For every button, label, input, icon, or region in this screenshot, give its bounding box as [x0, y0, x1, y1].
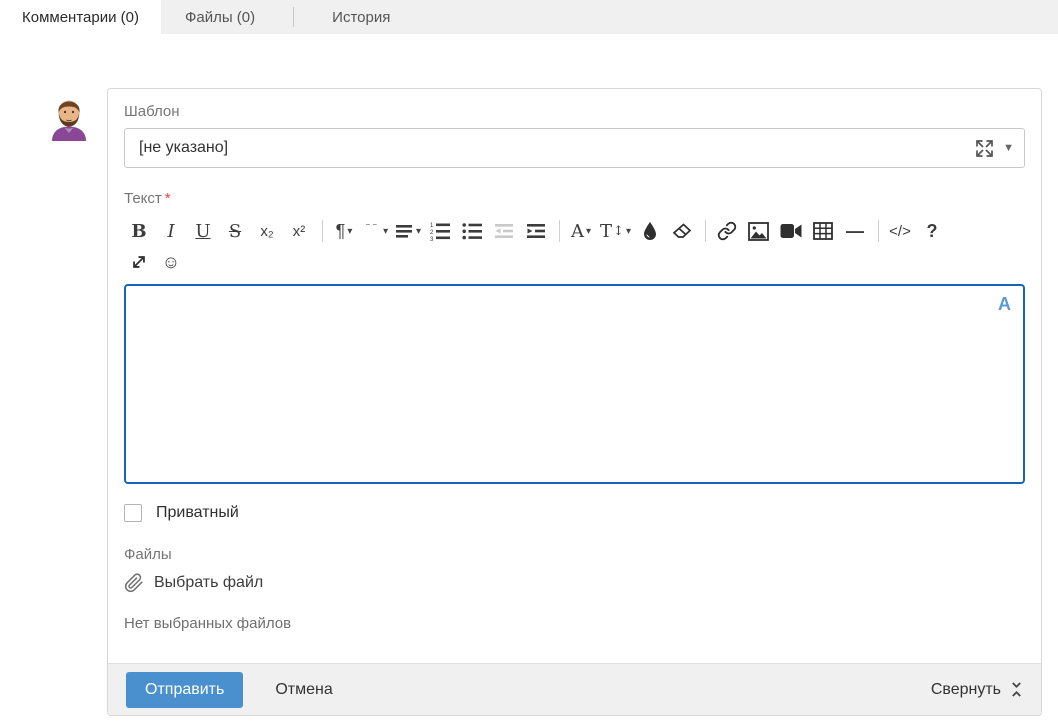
tab-divider [293, 7, 294, 27]
collapse-icon [1010, 681, 1023, 698]
insert-video-button[interactable] [778, 217, 804, 245]
form-footer: Отправить Отмена Свернуть [108, 663, 1041, 715]
template-label: Шаблон [124, 103, 1025, 120]
insert-image-button[interactable] [746, 217, 772, 245]
chevron-down-icon: ▾ [347, 226, 352, 237]
private-label: Приватный [156, 504, 239, 522]
table-icon [813, 222, 833, 240]
emoji-button[interactable]: ☺ [158, 248, 184, 276]
help-button[interactable]: ? [919, 217, 945, 245]
bullet-list-button[interactable] [459, 217, 485, 245]
eraser-icon [671, 221, 693, 241]
tab-files[interactable]: Файлы (0) [161, 0, 279, 34]
indent-button[interactable] [523, 217, 549, 245]
spellcheck-badge[interactable]: A [998, 294, 1011, 315]
collapse-button[interactable]: Свернуть [931, 681, 1023, 699]
submit-button[interactable]: Отправить [126, 672, 243, 708]
expand-icon[interactable] [974, 138, 995, 159]
indent-icon [526, 221, 546, 241]
highlight-color-button[interactable] [637, 217, 663, 245]
insert-link-button[interactable] [714, 217, 740, 245]
bold-button[interactable]: B [126, 217, 152, 245]
toolbar-separator [322, 220, 323, 242]
toolbar-separator [559, 220, 560, 242]
outdent-button [491, 217, 517, 245]
source-code-button[interactable]: </> [887, 217, 913, 245]
superscript-button[interactable]: x² [286, 217, 312, 245]
private-checkbox[interactable] [124, 504, 142, 522]
svg-text:3: 3 [430, 237, 434, 241]
align-left-icon [395, 222, 414, 241]
chevron-down-icon: ▾ [416, 226, 421, 237]
tab-bar: Комментарии (0) Файлы (0) История [0, 0, 1058, 34]
editor-toolbar-row2: ☺ [124, 246, 1025, 280]
tab-history[interactable]: История [308, 0, 414, 34]
font-color-button[interactable]: A▾ [568, 217, 594, 245]
comment-text-editor[interactable]: A [124, 284, 1025, 484]
underline-button[interactable]: U [190, 217, 216, 245]
italic-button[interactable]: I [158, 217, 184, 245]
template-select-value: [не указано] [139, 139, 974, 157]
insert-table-button[interactable] [810, 217, 836, 245]
horizontal-rule-button[interactable]: — [842, 217, 868, 245]
align-button[interactable]: ▾ [395, 217, 421, 245]
link-icon [717, 221, 737, 241]
text-label: Текст* [124, 190, 1025, 207]
chevron-down-icon: ▾ [626, 226, 631, 237]
droplet-icon [641, 221, 659, 241]
up-down-arrow-icon: ↕ [613, 224, 624, 239]
strikethrough-button[interactable]: S [222, 217, 248, 245]
chevron-down-icon: ▼ [1003, 142, 1014, 154]
collapse-label: Свернуть [931, 681, 1001, 699]
comment-form-row: Шаблон [не указано] ▼ Текст* [45, 88, 1042, 716]
fullscreen-editor-button[interactable] [126, 248, 152, 276]
private-checkbox-row[interactable]: Приватный [124, 504, 1025, 522]
toolbar-separator [878, 220, 879, 242]
chevron-down-icon: ▾ [383, 226, 388, 237]
toolbar-separator [705, 220, 706, 242]
video-camera-icon [780, 223, 802, 239]
template-select[interactable]: [не указано] ▼ [124, 128, 1025, 168]
chevron-down-icon: ▾ [586, 226, 591, 237]
ordered-list-button[interactable]: 1 2 3 [427, 217, 453, 245]
subscript-button[interactable]: x₂ [254, 217, 280, 245]
choose-file-button[interactable]: Выбрать файл [124, 573, 1025, 593]
no-files-text: Нет выбранных файлов [124, 615, 1025, 632]
comment-card: Шаблон [не указано] ▼ Текст* [107, 88, 1042, 716]
paragraph-format-button[interactable]: ¶▾ [331, 217, 357, 245]
choose-file-label: Выбрать файл [154, 574, 263, 592]
clear-format-button[interactable] [669, 217, 695, 245]
required-mark: * [165, 190, 171, 207]
image-icon [748, 222, 769, 241]
outdent-icon [494, 221, 514, 241]
files-label: Файлы [124, 546, 1025, 563]
avatar [45, 93, 93, 141]
svg-text:2: 2 [430, 230, 434, 236]
svg-text:1: 1 [430, 223, 434, 229]
tab-comments[interactable]: Комментарии (0) [0, 0, 161, 34]
paperclip-icon [124, 573, 144, 593]
blockquote-button[interactable]: “▾ [363, 217, 389, 245]
font-size-button[interactable]: T↕▾ [600, 217, 631, 245]
resize-diagonal-icon [130, 253, 148, 271]
bullet-list-icon [462, 221, 482, 241]
cancel-button[interactable]: Отмена [275, 681, 332, 699]
ordered-list-icon: 1 2 3 [430, 221, 450, 241]
editor-toolbar: B I U S x₂ x² ¶▾ “▾ ▾ [124, 215, 1025, 245]
